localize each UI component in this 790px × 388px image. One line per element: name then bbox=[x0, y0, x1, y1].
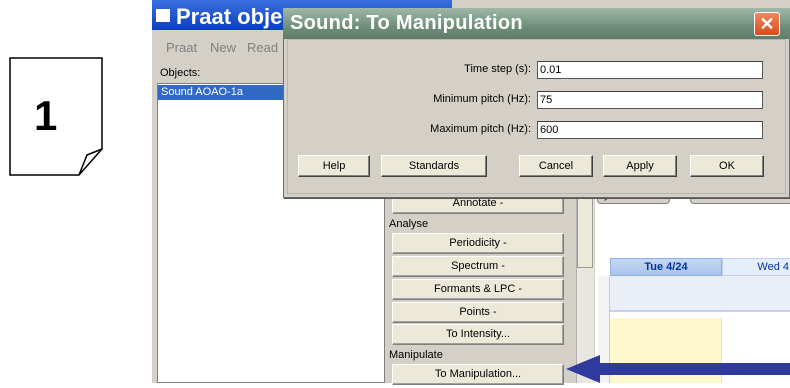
minimum-pitch-field[interactable]: 75 bbox=[537, 91, 763, 109]
to-manipulation-button[interactable]: To Manipulation... bbox=[392, 364, 564, 385]
minimum-pitch-label: Minimum pitch (Hz): bbox=[433, 93, 531, 105]
formants-lpc-button[interactable]: Formants & LPC - bbox=[392, 279, 564, 300]
all-day-row[interactable] bbox=[610, 276, 790, 312]
analyse-section-label: Analyse bbox=[389, 218, 429, 230]
ok-button[interactable]: OK bbox=[690, 155, 764, 177]
manipulate-section-label: Manipulate bbox=[389, 349, 443, 361]
apply-button[interactable]: Apply bbox=[603, 155, 677, 177]
objects-label: Objects: bbox=[160, 67, 201, 79]
menu-new[interactable]: New bbox=[210, 40, 236, 55]
spectrum-button[interactable]: Spectrum - bbox=[392, 256, 564, 277]
time-step-field[interactable]: 0.01 bbox=[537, 61, 763, 79]
time-step-label: Time step (s): bbox=[464, 63, 531, 75]
praat-title: Praat objec bbox=[176, 4, 295, 29]
maximum-pitch-label: Maximum pitch (Hz): bbox=[430, 123, 531, 135]
dialog-title: Sound: To Manipulation bbox=[290, 12, 523, 34]
list-item-selected-sound[interactable]: Sound AOAO-1a bbox=[158, 85, 298, 100]
to-intensity-button[interactable]: To Intensity... bbox=[392, 324, 564, 345]
points-button[interactable]: Points - bbox=[392, 302, 564, 323]
step-number: 1 bbox=[34, 92, 58, 139]
periodicity-button[interactable]: Periodicity - bbox=[392, 233, 564, 254]
pointer-arrow bbox=[560, 355, 790, 383]
standards-button[interactable]: Standards bbox=[381, 155, 487, 177]
close-icon[interactable]: ✕ bbox=[754, 12, 780, 36]
day-header-wed[interactable]: Wed 4 bbox=[722, 258, 790, 276]
day-header-tue[interactable]: Tue 4/24 bbox=[610, 258, 722, 276]
cancel-button[interactable]: Cancel bbox=[519, 155, 593, 177]
help-button[interactable]: Help bbox=[298, 155, 370, 177]
menu-read[interactable]: Read bbox=[247, 40, 278, 55]
window-icon bbox=[156, 9, 170, 22]
maximum-pitch-field[interactable]: 600 bbox=[537, 121, 763, 139]
menu-praat[interactable]: Praat bbox=[166, 40, 197, 55]
